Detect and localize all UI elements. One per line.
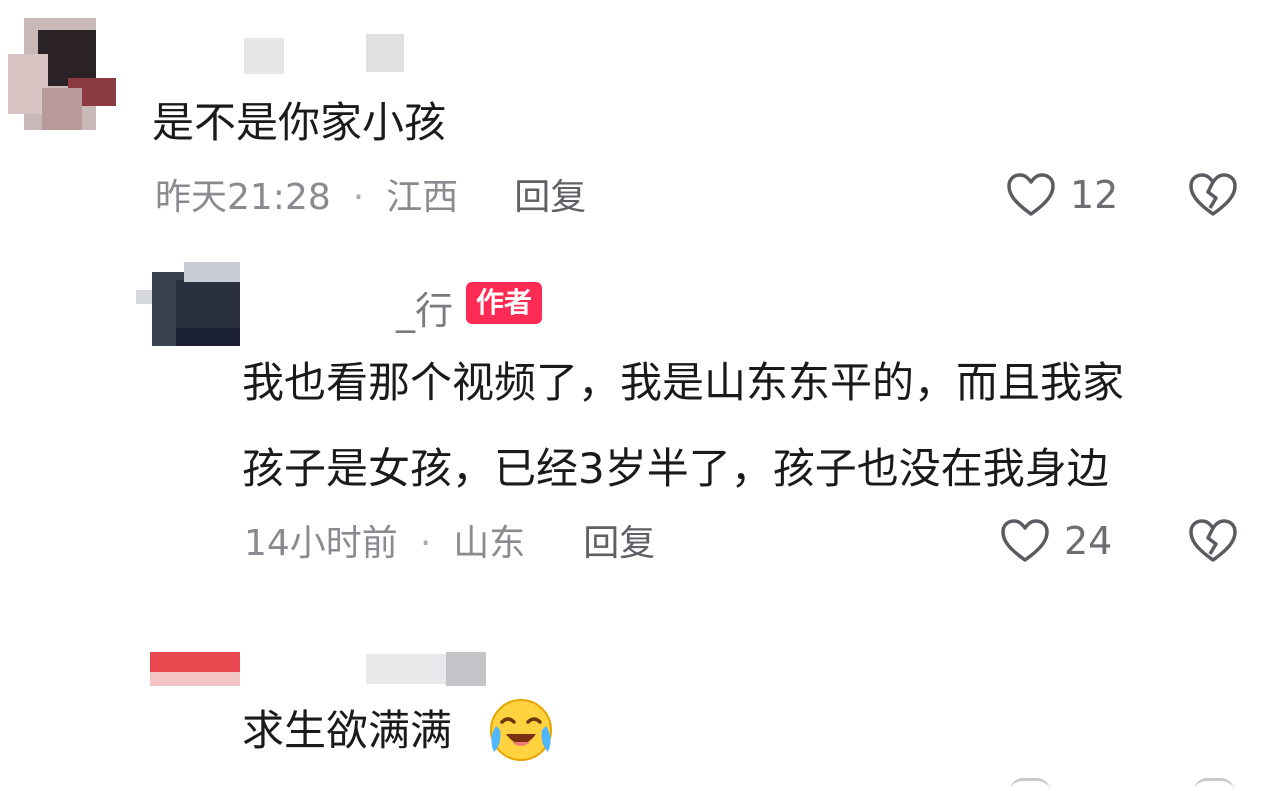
separator-dot: · [419, 523, 432, 564]
username-blurred[interactable] [236, 34, 406, 74]
comment-text: 求生欲满满 [242, 706, 453, 755]
username-blurred[interactable] [366, 650, 490, 686]
comment-meta: 昨天21:28 · 江西 回复 [155, 178, 586, 218]
comment-meta: 14小时前 · 山东 回复 [244, 524, 655, 564]
author-badge: 作者 [466, 282, 543, 324]
timestamp: 14小时前 [244, 523, 398, 564]
broken-heart-icon [1189, 519, 1237, 562]
timestamp: 昨天21:28 [155, 177, 331, 218]
like-button[interactable] [1010, 778, 1050, 791]
dislike-button[interactable] [1194, 778, 1234, 791]
separator-dot: · [352, 177, 365, 218]
heart-outline-icon [1001, 519, 1049, 562]
location: 江西 [386, 177, 459, 218]
heart-outline-icon [1007, 173, 1055, 216]
avatar[interactable] [8, 18, 116, 130]
like-button[interactable]: 12 [1006, 172, 1118, 218]
dislike-button[interactable] [1188, 518, 1238, 568]
broken-heart-icon [1189, 173, 1237, 216]
location: 山东 [453, 523, 526, 564]
reply-button[interactable]: 回复 [514, 178, 586, 218]
avatar[interactable] [150, 648, 242, 688]
comment-text: 是不是你家小孩 [152, 98, 447, 147]
reply-button[interactable]: 回复 [583, 524, 655, 564]
comment-text-line-1: 我也看那个视频了，我是山东东平的，而且我家 [242, 358, 1125, 407]
like-button[interactable]: 24 [1000, 518, 1112, 564]
avatar[interactable] [136, 262, 242, 346]
dislike-button[interactable] [1188, 172, 1238, 222]
username-fragment[interactable]: _行 [396, 280, 453, 335]
crying-laughing-emoji [486, 696, 556, 768]
like-count: 24 [1064, 519, 1113, 563]
comment-text-line-2: 孩子是女孩，已经3岁半了，孩子也没在我身边 [242, 444, 1109, 493]
like-count: 12 [1070, 173, 1119, 217]
